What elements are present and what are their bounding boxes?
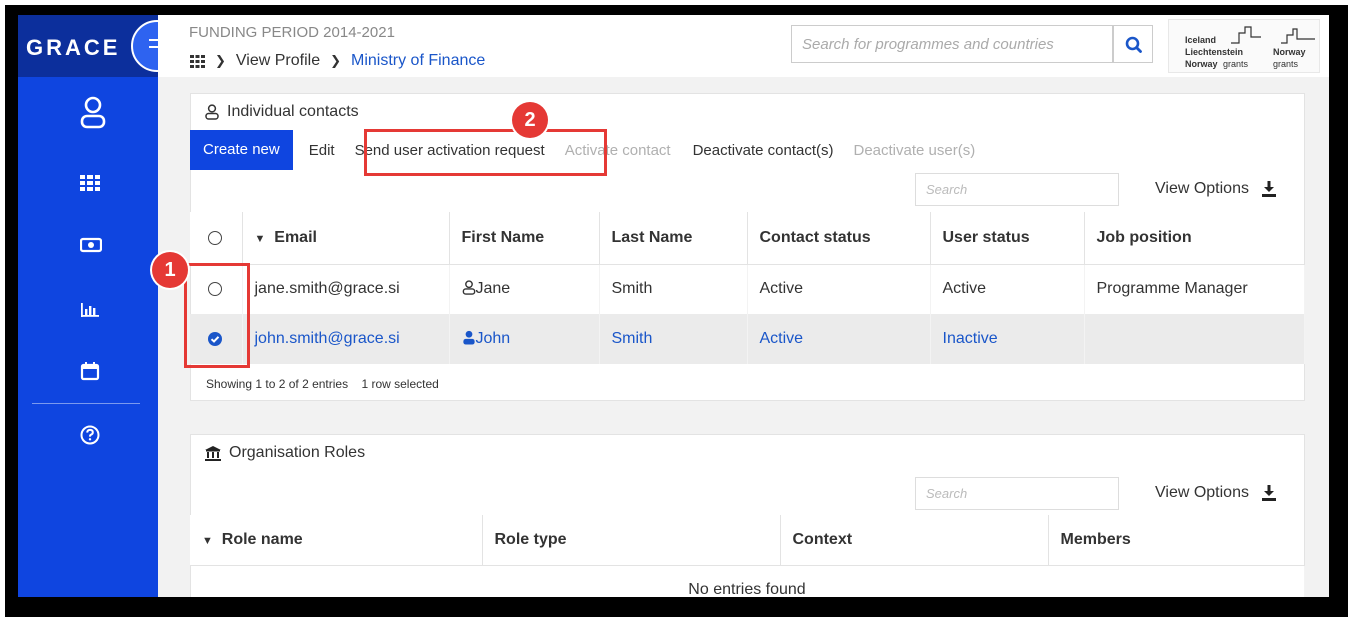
breadcrumb-current[interactable]: Ministry of Finance xyxy=(351,52,485,70)
sidebar-item-profile[interactable] xyxy=(80,95,106,134)
first-name-cell: John xyxy=(449,314,600,364)
column-members[interactable]: Members xyxy=(1048,515,1305,566)
user-filled-icon xyxy=(462,330,475,345)
search-button[interactable] xyxy=(1113,25,1153,63)
selection-info: 1 row selected xyxy=(361,377,439,391)
column-email[interactable]: ▼ Email xyxy=(242,212,450,265)
institution-icon xyxy=(205,445,221,461)
apps-grid-icon[interactable] xyxy=(190,54,205,68)
app-logo[interactable]: GRACE xyxy=(26,35,120,61)
global-search-input[interactable] xyxy=(792,26,1112,62)
contacts-panel-title: Individual contacts xyxy=(205,103,359,121)
funding-period: FUNDING PERIOD 2014-2021 xyxy=(189,24,395,41)
last-name-cell: Smith xyxy=(599,314,748,364)
chevron-right-icon: ❯ xyxy=(330,53,341,68)
sidebar-item-reports[interactable] xyxy=(80,302,100,323)
empty-row: No entries found xyxy=(190,565,1305,597)
grid-icon xyxy=(80,175,100,191)
sidebar-divider xyxy=(32,403,140,404)
deactivate-users-button[interactable]: Deactivate user(s) xyxy=(853,142,975,159)
roles-search-input[interactable] xyxy=(916,478,1118,509)
sidebar-item-calendar[interactable] xyxy=(80,361,100,386)
column-last-name[interactable]: Last Name xyxy=(599,212,748,265)
calendar-icon xyxy=(80,362,100,381)
sort-desc-icon: ▼ xyxy=(254,232,266,245)
bar-chart-icon xyxy=(81,303,99,317)
job-position-cell: Programme Manager xyxy=(1084,264,1305,314)
contact-status-cell: Active xyxy=(747,264,931,314)
download-icon[interactable] xyxy=(1261,485,1277,501)
user-status-cell: Inactive xyxy=(930,314,1085,364)
roles-panel-title: Organisation Roles xyxy=(205,444,365,462)
money-icon xyxy=(79,237,103,253)
search-icon xyxy=(1125,36,1142,53)
sort-desc-icon: ▼ xyxy=(202,534,213,547)
contacts-search-input[interactable] xyxy=(916,174,1118,205)
sidebar: GRACE xyxy=(18,15,158,597)
job-position-cell xyxy=(1084,314,1305,364)
download-icon[interactable] xyxy=(1261,181,1277,197)
last-name-cell: Smith xyxy=(599,264,748,314)
edit-button[interactable]: Edit xyxy=(309,142,335,159)
table-row-selected[interactable]: john.smith@grace.si John Smith Active In… xyxy=(190,314,1305,364)
contacts-search-box xyxy=(915,173,1119,206)
user-icon xyxy=(80,96,106,129)
roles-search-box xyxy=(915,477,1119,510)
sidebar-item-help[interactable] xyxy=(80,425,100,450)
contacts-table: ▼ Email First Name Last Name Contact sta… xyxy=(190,212,1305,364)
select-all-header[interactable] xyxy=(190,212,243,265)
deactivate-contacts-button[interactable]: Deactivate contact(s) xyxy=(693,142,834,159)
table-row[interactable]: jane.smith@grace.si Jane Smith Active Ac… xyxy=(190,264,1305,314)
column-user-status[interactable]: User status xyxy=(930,212,1085,265)
column-role-name[interactable]: ▼ Role name xyxy=(190,515,483,566)
email-cell: john.smith@grace.si xyxy=(242,314,450,364)
column-first-name[interactable]: First Name xyxy=(449,212,600,265)
breadcrumb-view-profile[interactable]: View Profile xyxy=(236,52,320,70)
annotation-badge-2: 2 xyxy=(512,102,548,138)
global-search-box xyxy=(791,25,1113,63)
roles-view-options[interactable]: View Options xyxy=(1155,484,1277,502)
column-job-position[interactable]: Job position xyxy=(1084,212,1305,265)
roles-header-row: ▼ Role name Role type Context Members xyxy=(190,515,1305,566)
help-icon xyxy=(80,425,100,445)
first-name-cell: Jane xyxy=(449,264,600,314)
contact-status-cell: Active xyxy=(747,314,931,364)
create-new-button[interactable]: Create new xyxy=(190,130,293,170)
user-outline-icon xyxy=(205,104,219,120)
entries-info: Showing 1 to 2 of 2 entries 1 row select… xyxy=(206,377,439,391)
empty-message: No entries found xyxy=(190,565,1305,597)
roles-table: ▼ Role name Role type Context Members No… xyxy=(190,515,1305,597)
grants-skyline-graphic xyxy=(1231,26,1315,44)
sidebar-item-dashboard[interactable] xyxy=(80,175,100,196)
column-contact-status[interactable]: Contact status xyxy=(747,212,931,265)
annotation-box-2 xyxy=(364,129,607,176)
annotation-box-1 xyxy=(184,263,250,368)
user-outline-icon xyxy=(462,280,475,296)
annotation-badge-1: 1 xyxy=(152,252,188,288)
chevron-right-icon: ❯ xyxy=(215,53,226,68)
column-context[interactable]: Context xyxy=(780,515,1049,566)
header: FUNDING PERIOD 2014-2021 ❯ View Profile … xyxy=(158,15,1329,77)
breadcrumb: ❯ View Profile ❯ Ministry of Finance xyxy=(190,52,485,70)
contacts-view-options[interactable]: View Options xyxy=(1155,180,1277,198)
eea-norway-grants-logo: Iceland Liechtenstein Norway Norway gran… xyxy=(1168,19,1320,73)
contacts-header-row: ▼ Email First Name Last Name Contact sta… xyxy=(190,212,1305,265)
email-cell: jane.smith@grace.si xyxy=(242,264,450,314)
select-all-radio[interactable] xyxy=(208,230,222,245)
user-status-cell: Active xyxy=(930,264,1085,314)
column-role-type[interactable]: Role type xyxy=(482,515,781,566)
sidebar-item-funds[interactable] xyxy=(79,237,103,258)
